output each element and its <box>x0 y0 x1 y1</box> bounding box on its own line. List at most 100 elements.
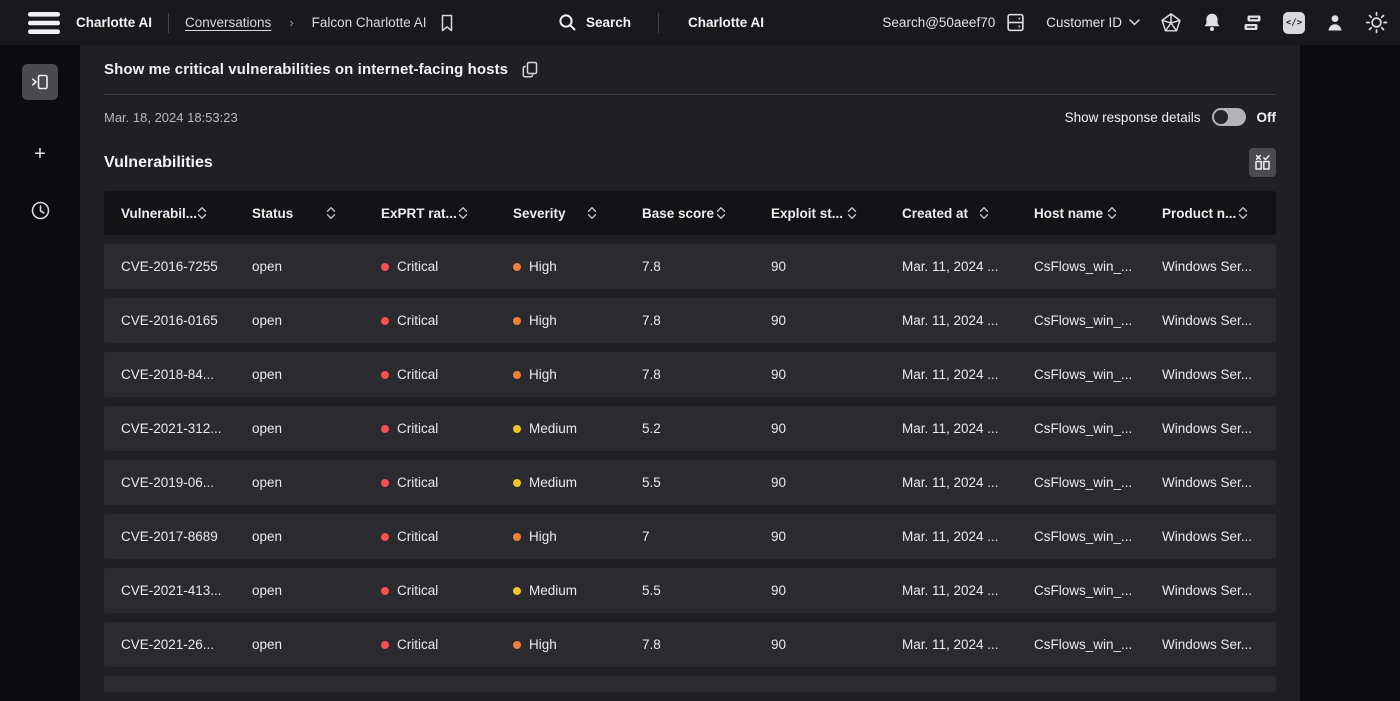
severity-dot <box>513 424 521 433</box>
severity-dot <box>513 262 521 271</box>
column-header-severity[interactable]: Severity <box>496 191 625 235</box>
sort-icon[interactable] <box>458 205 468 221</box>
column-header-created-at[interactable]: Created at <box>885 191 1017 235</box>
column-label: Status <box>252 205 294 221</box>
column-header-product-name[interactable]: Product n... <box>1145 191 1276 235</box>
table-row[interactable]: CVE-2018-84... open Critical High 7.8 90… <box>104 352 1276 397</box>
search-label[interactable]: Search <box>586 15 631 30</box>
cell-exprt-rating: Critical <box>364 421 496 436</box>
cell-vulnerability[interactable]: CVE-2018-84... <box>104 367 235 382</box>
cell-base-score: 5.5 <box>642 475 661 490</box>
column-settings-icon <box>1255 154 1270 170</box>
top-navigation-bar: Charlotte AI Conversations › Falcon Char… <box>0 0 1400 45</box>
table-row[interactable]: CVE-2016-0165 open Critical High 7.8 90 … <box>104 298 1276 343</box>
column-settings-button[interactable] <box>1249 148 1276 177</box>
exprt-rating-dot <box>381 370 389 379</box>
customer-id-dropdown[interactable]: Customer ID <box>1046 15 1140 30</box>
left-sidebar: + <box>0 45 80 701</box>
table-row[interactable]: CVE-2021-413... open Critical Medium 5.5… <box>104 568 1276 613</box>
sort-icon[interactable] <box>1107 205 1117 221</box>
right-spacer <box>1300 45 1400 701</box>
cell-product-name: Windows Ser... <box>1162 529 1253 544</box>
table-row[interactable]: CVE-2017-8689 open Critical High 7 90 Ma… <box>104 514 1276 559</box>
severity-dot <box>513 478 521 487</box>
sort-icon[interactable] <box>847 205 857 221</box>
cell-vulnerability[interactable]: CVE-2021-26... <box>104 637 235 652</box>
panel-toggle-button[interactable] <box>22 64 58 100</box>
cell-product-name: Windows Ser... <box>1162 475 1253 490</box>
cell-created-at: Mar. 11, 2024 ... <box>902 259 999 274</box>
cell-status: open <box>252 367 283 382</box>
history-button[interactable] <box>24 194 56 226</box>
cell-created-at: Mar. 11, 2024 ... <box>902 421 999 436</box>
cell-vulnerability[interactable]: CVE-2016-7255 <box>104 259 235 274</box>
cell-vulnerability[interactable]: CVE-2016-0165 <box>104 313 235 328</box>
column-header-host-name[interactable]: Host name <box>1017 191 1145 235</box>
table-row-partial[interactable] <box>104 676 1276 692</box>
cell-base-score: 5.2 <box>642 421 661 436</box>
user-icon[interactable] <box>1325 13 1345 33</box>
cell-product-name: Windows Ser... <box>1162 313 1253 328</box>
column-label: Vulnerabil... <box>121 205 198 221</box>
cell-created-at: Mar. 11, 2024 ... <box>902 583 999 598</box>
cell-base-score: 7 <box>642 529 650 544</box>
search-icon[interactable] <box>558 13 577 32</box>
bookmark-icon[interactable] <box>438 13 456 33</box>
cell-host-name: CsFlows_win_... <box>1034 313 1133 328</box>
table-row[interactable]: CVE-2021-26... open Critical High 7.8 90… <box>104 622 1276 667</box>
cell-host-name: CsFlows_win_... <box>1034 583 1133 598</box>
table-row[interactable]: CVE-2019-06... open Critical Medium 5.5 … <box>104 460 1276 505</box>
new-conversation-button[interactable]: + <box>24 138 56 170</box>
cell-exploit-status: 90 <box>771 367 787 382</box>
sort-icon[interactable] <box>326 205 336 221</box>
column-header-exprt-rating[interactable]: ExPRT rat... <box>364 191 496 235</box>
page-title: Charlotte AI <box>688 15 765 30</box>
cell-vulnerability[interactable]: CVE-2017-8689 <box>104 529 235 544</box>
cell-product-name: Windows Ser... <box>1162 637 1253 652</box>
section-title: Vulnerabilities <box>104 153 213 171</box>
severity-dot <box>513 586 521 595</box>
cell-exprt-rating: Critical <box>364 529 496 544</box>
divider <box>104 94 1276 95</box>
bell-icon[interactable] <box>1202 12 1222 33</box>
severity-dot <box>513 532 521 541</box>
column-header-vulnerability[interactable]: Vulnerabil... <box>104 191 235 235</box>
sort-icon[interactable] <box>716 205 726 221</box>
table-row[interactable]: CVE-2021-312... open Critical Medium 5.2… <box>104 406 1276 451</box>
cell-host-name: CsFlows_win_... <box>1034 475 1133 490</box>
pentagon-badge-icon[interactable] <box>1160 12 1182 34</box>
app-title: Charlotte AI <box>76 15 153 30</box>
copy-icon[interactable] <box>521 60 539 79</box>
cell-severity: Medium <box>496 475 625 490</box>
exprt-rating-dot <box>381 316 389 325</box>
hamburger-menu-icon[interactable] <box>28 11 60 35</box>
sort-icon[interactable] <box>197 205 207 221</box>
cell-product-name: Windows Ser... <box>1162 421 1253 436</box>
column-header-status[interactable]: Status <box>235 191 364 235</box>
cell-exprt-rating: Critical <box>364 637 496 652</box>
cell-exprt-rating: Critical <box>364 313 496 328</box>
server-icon[interactable] <box>1005 12 1026 33</box>
breadcrumb-conversations-link[interactable]: Conversations <box>185 15 271 30</box>
sun-theme-icon[interactable] <box>1365 11 1388 34</box>
cell-vulnerability[interactable]: CVE-2019-06... <box>104 475 235 490</box>
cell-vulnerability[interactable]: CVE-2021-312... <box>104 421 235 436</box>
column-header-base-score[interactable]: Base score <box>625 191 754 235</box>
sort-icon[interactable] <box>979 205 989 221</box>
cell-exprt-rating: Critical <box>364 259 496 274</box>
sort-icon[interactable] <box>587 205 597 221</box>
table-header-row: Vulnerabil... Status ExPRT rat... Severi… <box>104 191 1276 235</box>
cell-vulnerability[interactable]: CVE-2021-413... <box>104 583 235 598</box>
table-row[interactable]: CVE-2016-7255 open Critical High 7.8 90 … <box>104 244 1276 289</box>
panel-toggle-icon <box>31 74 48 90</box>
customer-id-label: Customer ID <box>1046 15 1122 30</box>
chat-icon[interactable] <box>1242 13 1263 33</box>
column-header-exploit-status[interactable]: Exploit st... <box>754 191 885 235</box>
response-details-toggle[interactable] <box>1211 108 1246 126</box>
sort-icon[interactable] <box>1238 205 1248 221</box>
cell-created-at: Mar. 11, 2024 ... <box>902 529 999 544</box>
cell-severity: High <box>496 313 625 328</box>
exprt-rating-dot <box>381 640 389 649</box>
divider <box>168 12 170 33</box>
code-icon[interactable]: </> <box>1283 11 1305 34</box>
